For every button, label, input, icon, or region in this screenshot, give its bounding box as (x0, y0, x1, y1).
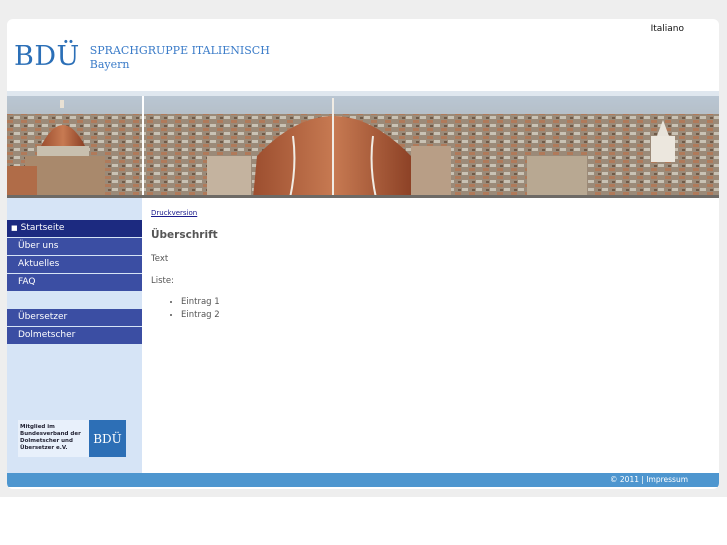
main-content: Druckversion Überschrift Text Liste: Ein… (151, 209, 711, 323)
florence-panorama-image (7, 96, 719, 198)
nav-item-label: Startseite (20, 223, 65, 233)
footer-separator: | (641, 475, 644, 484)
copyright-text: © 2011 (610, 475, 639, 484)
member-badge-line: Bundesverband der (20, 431, 81, 437)
secondary-nav: Übersetzer Dolmetscher (7, 309, 142, 345)
footer: © 2011 | Impressum (7, 473, 719, 487)
nav-item-ueber-uns[interactable]: Über uns (7, 238, 142, 255)
member-badge-text: Mitglied im Bundesverband der Dolmetsche… (18, 420, 89, 457)
list-label: Liste: (151, 276, 174, 286)
site-logo[interactable]: BDÜ SPRACHGRUPPE ITALIENISCH Bayern (14, 41, 270, 75)
primary-nav: ■ Startseite Über uns Aktuelles FAQ (7, 220, 142, 292)
page-container: Italiano BDÜ SPRACHGRUPPE ITALIENISCH Ba… (7, 19, 719, 489)
content-list: Eintrag 1 Eintrag 2 (151, 297, 711, 320)
page-heading: Überschrift (151, 229, 218, 241)
member-badge-line: Mitglied im (20, 424, 55, 430)
logo-title: SPRACHGRUPPE ITALIENISCH (89, 44, 270, 57)
nav-item-dolmetscher[interactable]: Dolmetscher (7, 327, 142, 344)
nav-item-label: Über uns (18, 241, 59, 251)
language-link-italiano[interactable]: Italiano (651, 24, 684, 34)
member-badge-line: Dolmetscher und (20, 438, 73, 444)
nav-item-faq[interactable]: FAQ (7, 274, 142, 291)
bdue-logo: BDÜ (89, 420, 126, 457)
logo-mark: BDÜ (14, 41, 80, 72)
nav-item-label: Übersetzer (18, 312, 68, 322)
print-version-link[interactable]: Druckversion (151, 209, 711, 217)
nav-item-startseite[interactable]: ■ Startseite (7, 220, 142, 237)
sidebar: ■ Startseite Über uns Aktuelles FAQ Übers… (7, 198, 142, 473)
list-item: Eintrag 2 (181, 310, 711, 320)
logo-subtitle: Bayern (89, 58, 130, 71)
active-bullet-icon: ■ (11, 224, 18, 232)
nav-item-label: FAQ (18, 277, 36, 287)
body-text: Text (151, 254, 169, 264)
nav-item-uebersetzer[interactable]: Übersetzer (7, 309, 142, 326)
footer-text: © 2011 | Impressum (610, 475, 688, 484)
bdue-member-badge[interactable]: Mitglied im Bundesverband der Dolmetsche… (18, 420, 126, 457)
list-item: Eintrag 1 (181, 297, 711, 307)
nav-item-aktuelles[interactable]: Aktuelles (7, 256, 142, 273)
nav-item-label: Dolmetscher (18, 330, 76, 340)
header-banner-image (7, 96, 719, 198)
member-badge-line: Übersetzer e.V. (20, 445, 68, 451)
impressum-link[interactable]: Impressum (646, 475, 688, 484)
logo-text: SPRACHGRUPPE ITALIENISCH Bayern (90, 44, 270, 72)
nav-item-label: Aktuelles (18, 259, 60, 269)
